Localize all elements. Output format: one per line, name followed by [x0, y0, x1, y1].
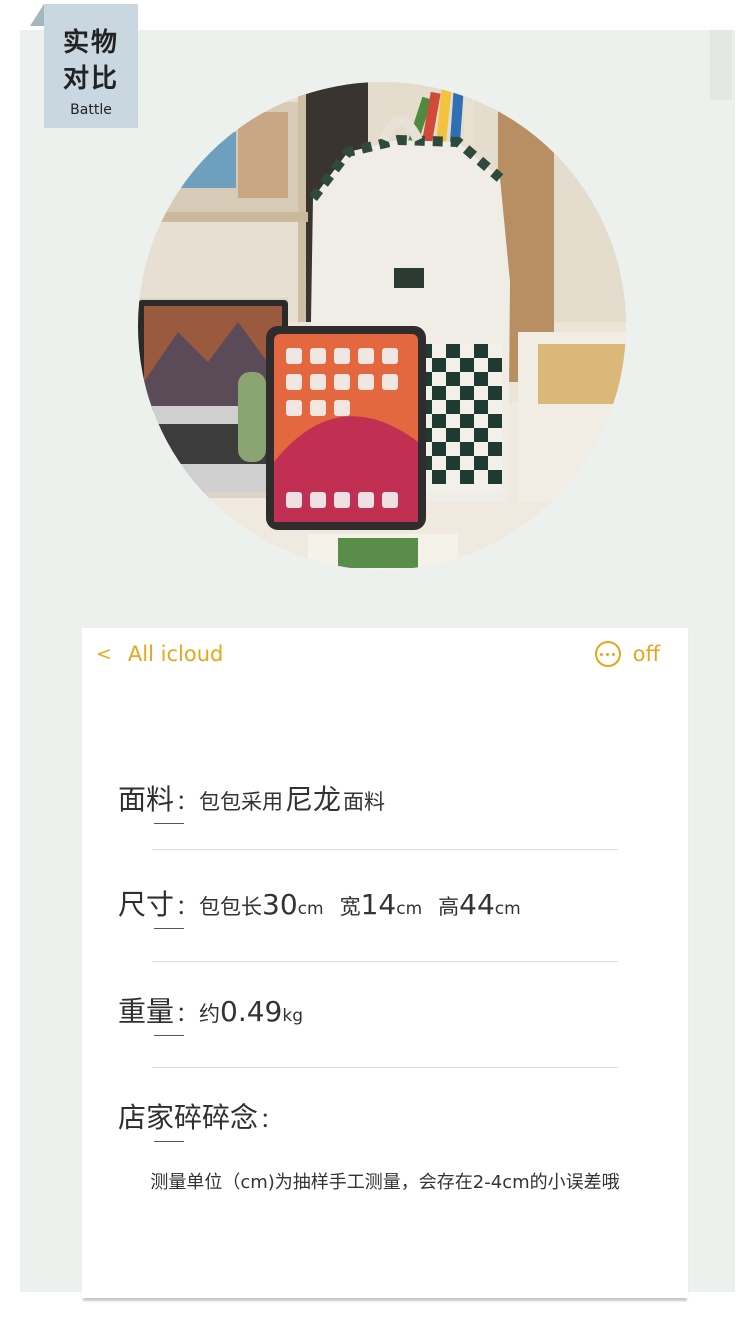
tag-fold: [30, 4, 44, 26]
fabric-value-big: 尼龙: [285, 783, 342, 816]
product-photo-illustration: [138, 82, 626, 570]
info-card: < All icloud off 面料 ： 包包采用 尼龙 面料 尺寸 ： 包包…: [82, 628, 688, 1298]
weight-label: 重量: [118, 990, 184, 1036]
divider: [152, 961, 618, 962]
size-colon: ：: [176, 895, 198, 919]
size-length: 包包长30cm: [199, 888, 324, 921]
weight-value: 约0.49kg: [199, 995, 303, 1028]
notes-label: 店家碎碎念: [118, 1096, 258, 1142]
size-label: 尺寸: [118, 883, 184, 929]
fabric-label: 面料: [118, 778, 184, 824]
chevron-left-icon: <: [96, 643, 112, 665]
back-label: All icloud: [127, 642, 224, 666]
size-row: 尺寸 ： 包包长30cm 宽14cm 高44cm: [118, 883, 521, 929]
size-width: 宽14cm: [339, 888, 423, 921]
measurement-note: 测量单位（cm)为抽样手工测量，会存在2-4cm的小误差哦: [150, 1172, 620, 1193]
fabric-row: 面料 ： 包包采用 尼龙 面料: [118, 778, 386, 824]
fabric-value-post: 面料: [343, 790, 386, 814]
fabric-value-pre: 包包采用: [199, 790, 284, 814]
weight-colon: ：: [176, 1002, 198, 1026]
tag-title-line2: 对比: [62, 64, 119, 94]
notes-colon: ：: [260, 1108, 282, 1132]
back-button[interactable]: < All icloud: [96, 640, 223, 668]
battle-tag: 实物 对比 Battle: [44, 4, 138, 128]
divider: [152, 849, 618, 850]
more-icon[interactable]: [594, 641, 621, 667]
notes-row: 店家碎碎念 ：: [118, 1096, 282, 1142]
weight-row: 重量 ： 约0.49kg: [118, 990, 303, 1036]
size-height: 高44cm: [438, 888, 521, 921]
background-accent: [710, 30, 732, 100]
fabric-colon: ：: [176, 790, 198, 814]
tag-subtitle: Battle: [70, 102, 112, 118]
off-label[interactable]: off: [633, 642, 660, 666]
product-photo: [138, 82, 626, 570]
tag-title-line1: 实物: [62, 28, 119, 58]
divider: [152, 1067, 618, 1068]
nav-right: off: [594, 640, 660, 668]
